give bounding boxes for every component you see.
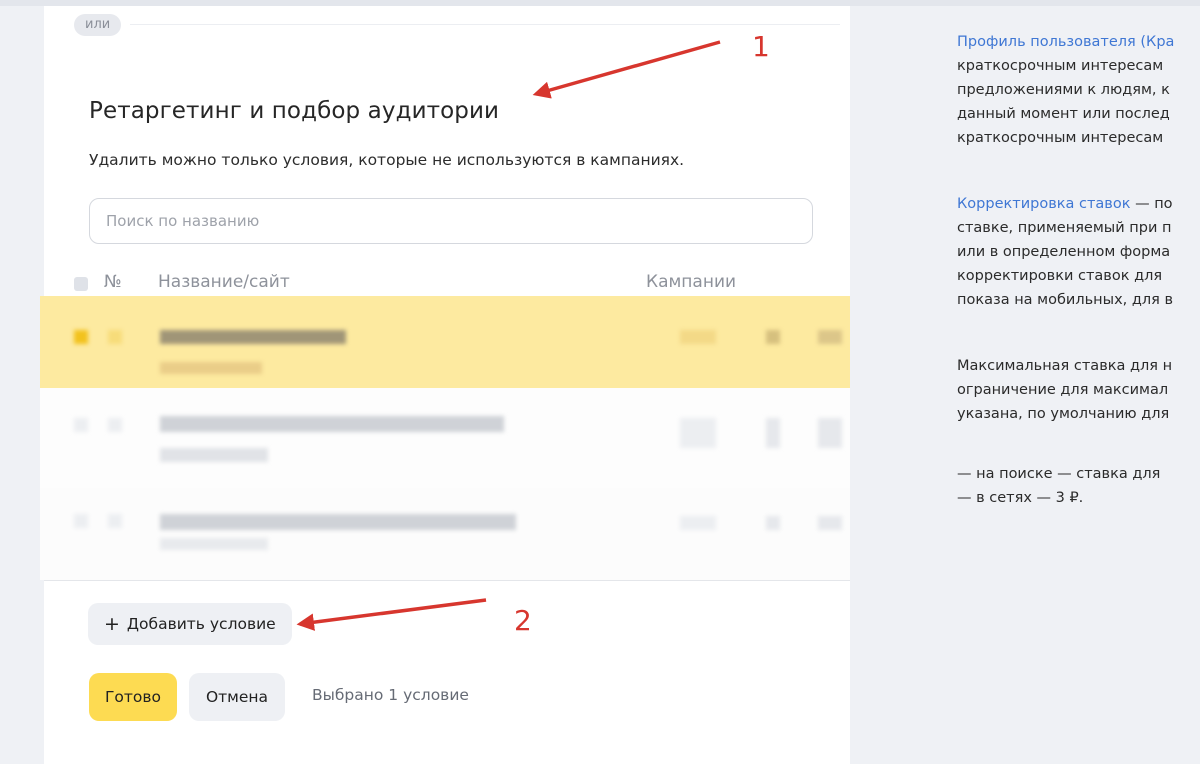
row-number xyxy=(108,418,122,432)
row-campaigns-pixelated xyxy=(680,330,716,344)
add-condition-label: Добавить условие xyxy=(126,615,276,633)
row-checkbox[interactable] xyxy=(74,418,88,432)
annotation-label-2: 2 xyxy=(514,604,532,637)
help-text-line: или в определенном форма xyxy=(957,244,1171,260)
column-header-name: Название/сайт xyxy=(158,272,290,292)
help-text-line: данный момент или послед xyxy=(957,106,1170,122)
row-site-pixelated xyxy=(160,538,268,550)
row-name-pixelated xyxy=(160,416,504,432)
column-header-number: № xyxy=(104,272,122,292)
help-text-line: указана, по умолчанию для xyxy=(957,406,1170,422)
selection-status: Выбрано 1 условие xyxy=(312,686,469,704)
section-subtitle: Удалить можно только условия, которые не… xyxy=(89,151,685,169)
row-name-pixelated xyxy=(160,514,516,530)
table-row[interactable] xyxy=(40,488,850,580)
row-cell-pixelated xyxy=(818,330,842,344)
help-text-line: предложениями к людям, к xyxy=(957,82,1170,98)
row-checkbox[interactable] xyxy=(74,514,88,528)
cancel-button[interactable]: Отмена xyxy=(189,673,285,721)
help-text-line: корректировки ставок для xyxy=(957,268,1163,284)
help-text-line: ставке, применяемый при п xyxy=(957,220,1172,236)
help-text-line: краткосрочным интересам xyxy=(957,58,1164,74)
add-condition-button[interactable]: + Добавить условие xyxy=(88,603,292,645)
row-cell-pixelated xyxy=(766,330,780,344)
row-cell-pixelated xyxy=(766,516,780,530)
done-button[interactable]: Готово xyxy=(89,673,177,721)
help-link-user-profile[interactable]: Профиль пользователя (Кра xyxy=(957,30,1174,54)
retargeting-panel: или Ретаргетинг и подбор аудитории Удали… xyxy=(40,6,850,764)
help-text-line: показа на мобильных, для в xyxy=(957,292,1174,308)
row-cell-pixelated xyxy=(766,418,780,448)
column-header-campaigns: Кампании xyxy=(646,272,737,292)
row-cell-pixelated xyxy=(818,516,842,530)
help-text-line: краткосрочным интересам xyxy=(957,130,1164,146)
help-text-fragment: — по xyxy=(1130,196,1173,212)
row-site-pixelated xyxy=(160,448,268,462)
search-input[interactable] xyxy=(89,198,813,244)
help-sidebar: Профиль пользователя (Кра краткосрочным … xyxy=(957,0,1200,764)
section-title: Ретаргетинг и подбор аудитории xyxy=(89,98,500,124)
row-campaigns-pixelated xyxy=(680,418,716,448)
help-text-line: Корректировка ставок — по xyxy=(957,192,1173,216)
table-row[interactable] xyxy=(40,388,850,488)
table-bottom-divider xyxy=(44,580,850,581)
help-link-bid-adjustments[interactable]: Корректировка ставок xyxy=(957,196,1130,212)
separator-line xyxy=(130,24,840,25)
plus-icon: + xyxy=(104,612,120,635)
row-checkbox[interactable] xyxy=(74,330,88,344)
table-header: № Название/сайт Кампании xyxy=(44,271,850,299)
annotation-label-1: 1 xyxy=(752,30,770,63)
row-cell-pixelated xyxy=(818,418,842,448)
help-text-line: — в сетях — 3 ₽. xyxy=(957,490,1084,506)
row-site-pixelated xyxy=(160,362,262,374)
help-text-line: Максимальная ставка для н xyxy=(957,358,1173,374)
help-text-line: — на поиске — ставка для xyxy=(957,466,1161,482)
row-number xyxy=(108,514,122,528)
row-number xyxy=(108,330,122,344)
table-row[interactable] xyxy=(40,296,850,388)
select-all-checkbox[interactable] xyxy=(74,277,88,291)
help-text-line: ограничение для максимал xyxy=(957,382,1169,398)
row-campaigns-pixelated xyxy=(680,516,716,530)
row-name-pixelated xyxy=(160,330,346,344)
or-separator-pill: или xyxy=(74,14,122,36)
